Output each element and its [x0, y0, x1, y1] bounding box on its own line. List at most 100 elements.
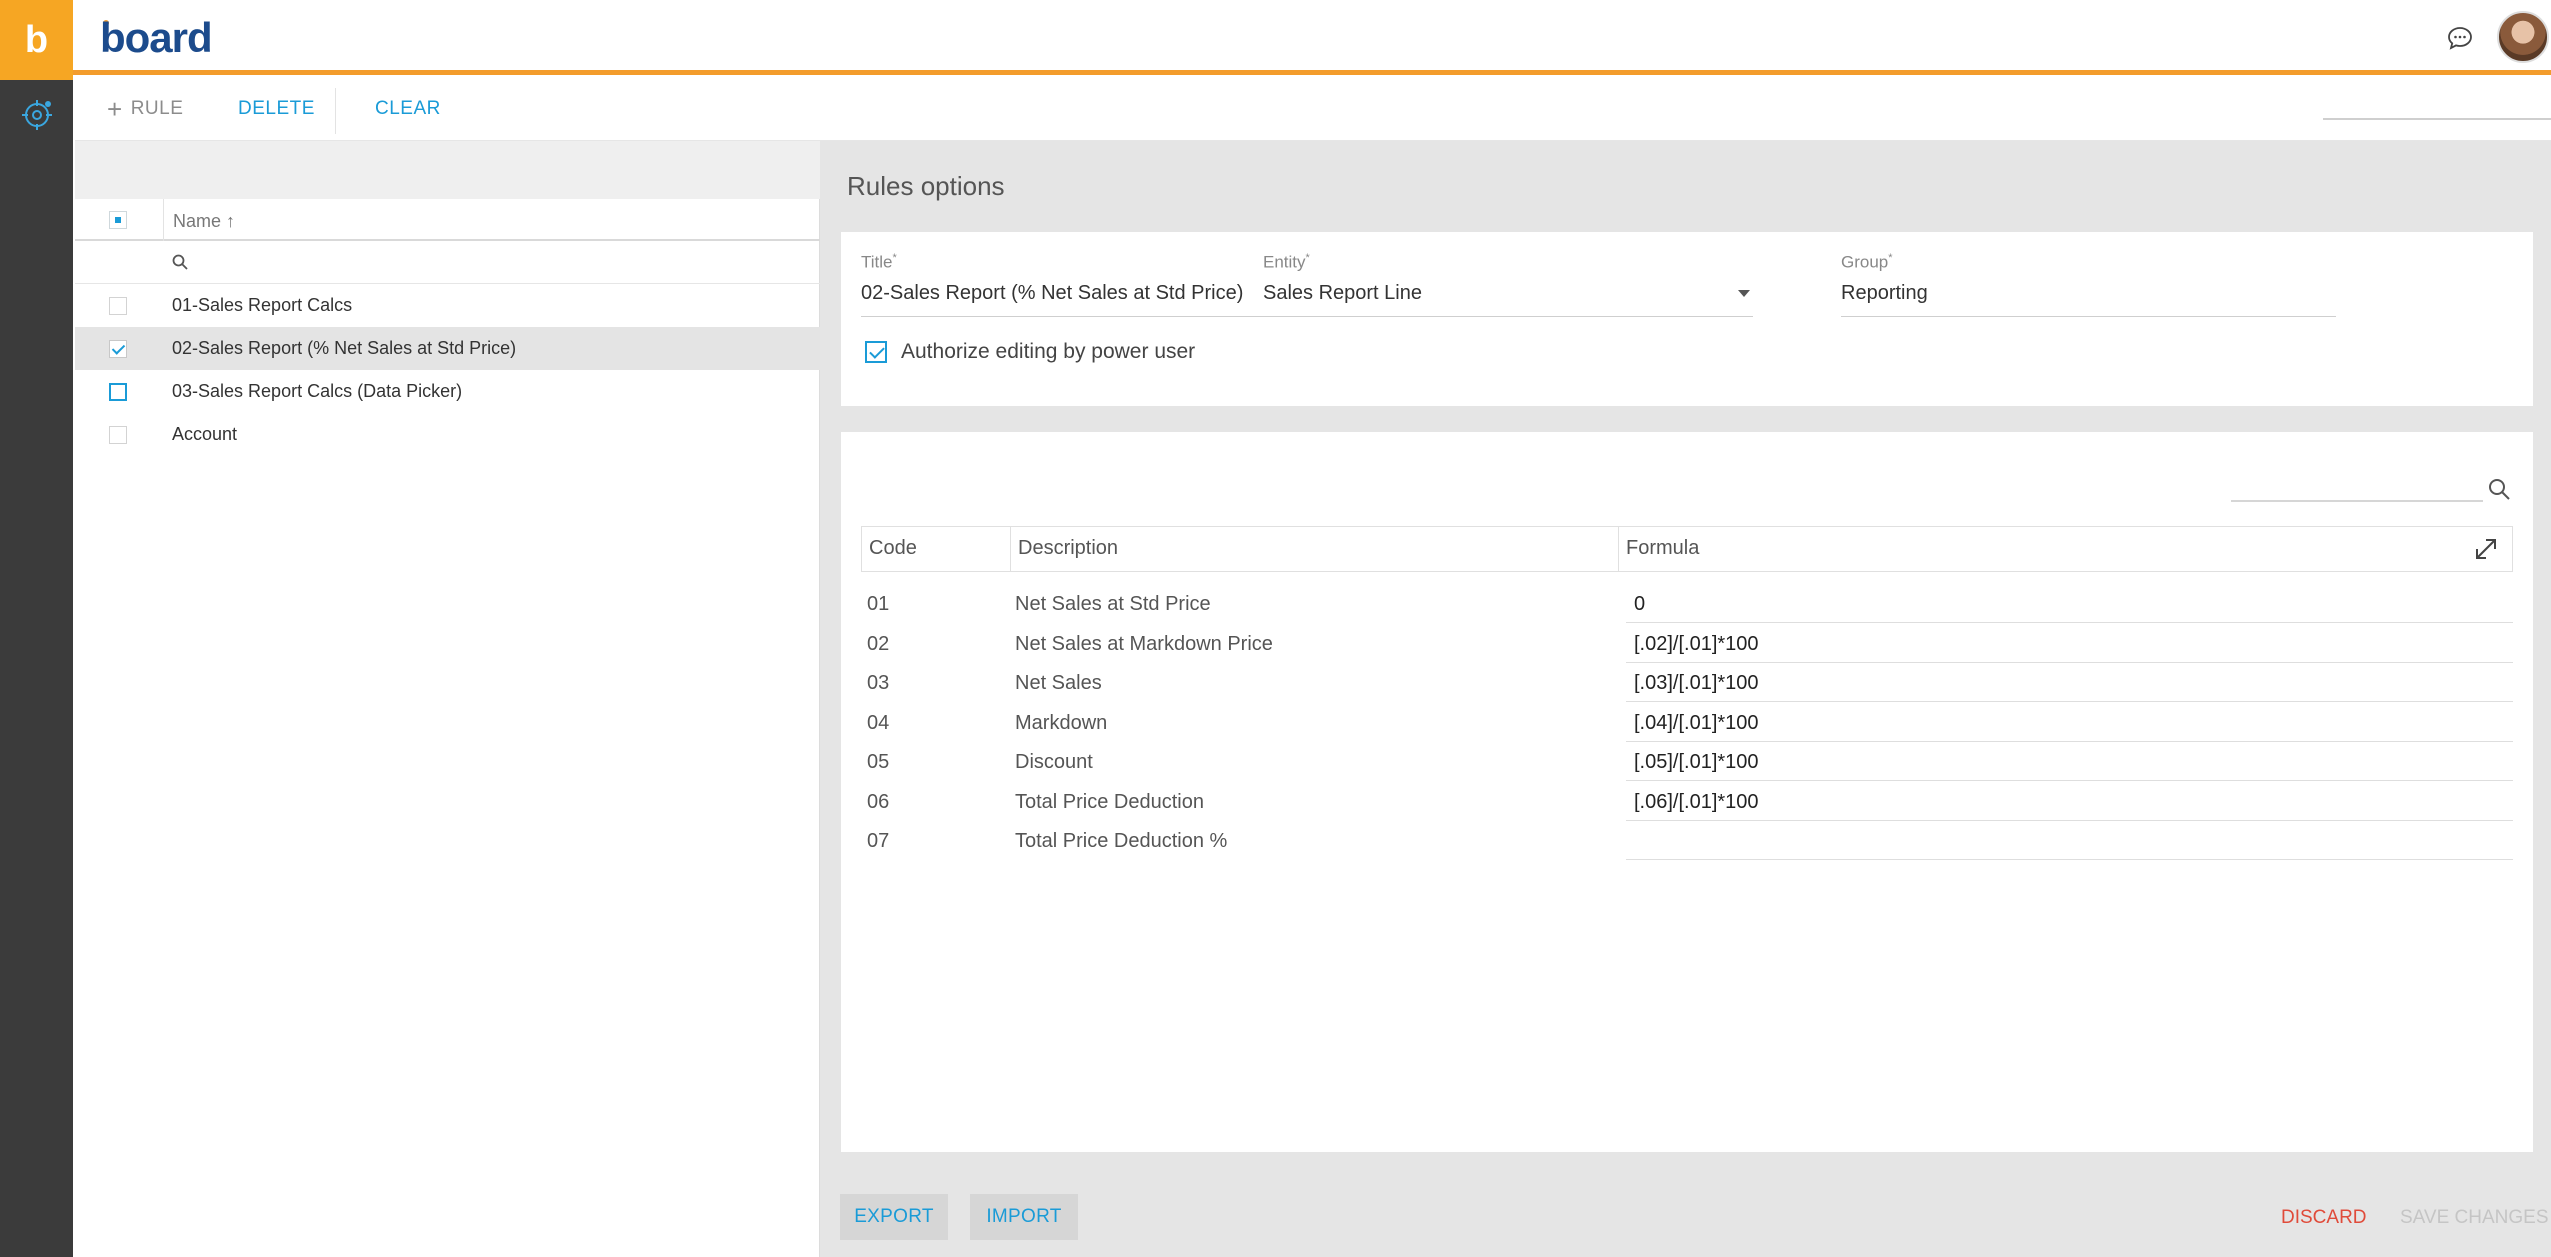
rules-list-panel: Name ↑ 01-Sales Report Calcs 02-Sales Re… [75, 141, 820, 1257]
formula-underline [1626, 701, 2513, 702]
list-filter-input[interactable] [75, 241, 820, 284]
formula-cell[interactable]: [.03]/[.01]*100 [1634, 672, 1759, 695]
export-button[interactable]: EXPORT [840, 1194, 948, 1240]
code-cell: 07 [867, 830, 890, 852]
required-mark: * [1305, 252, 1310, 264]
table-row[interactable]: 07 Total Price Deduction % [861, 821, 2513, 861]
list-item-label: 03-Sales Report Calcs (Data Picker) [172, 381, 463, 401]
brand-wordmark: board [100, 14, 213, 61]
list-item[interactable]: 01-Sales Report Calcs [75, 284, 820, 327]
rules-engine-icon[interactable] [20, 98, 54, 132]
table-header: Code Description Formula [861, 526, 2513, 572]
row-checkbox[interactable] [109, 426, 127, 444]
list-item-label: 01-Sales Report Calcs [172, 295, 353, 315]
discard-button[interactable]: DISCARD [2281, 1207, 2367, 1229]
entity-underline [1263, 316, 1753, 317]
list-item-label: Account [172, 424, 238, 444]
title-field[interactable]: Title* 02-Sales Report (% Net Sales at S… [861, 252, 1357, 317]
entity-field[interactable]: Entity* Sales Report Line [1263, 252, 1753, 317]
code-cell: 03 [867, 672, 890, 694]
formula-cell[interactable]: [.06]/[.01]*100 [1634, 791, 1759, 814]
list-header-band [75, 141, 820, 199]
row-checkbox[interactable] [109, 340, 127, 358]
row-checkbox[interactable] [109, 297, 127, 315]
group-field[interactable]: Group* Reporting [1841, 252, 2336, 317]
formula-cell[interactable]: [.04]/[.01]*100 [1634, 712, 1759, 735]
group-underline [1841, 316, 2336, 317]
top-bar: b board [0, 0, 2551, 80]
row-checkbox[interactable] [109, 383, 127, 401]
list-column-header: Name ↑ [75, 199, 820, 241]
formula-underline [1626, 859, 2513, 860]
add-rule-button[interactable]: + RULE [107, 94, 184, 124]
select-all-checkbox[interactable] [109, 211, 127, 229]
page-title: Rules options [847, 171, 1005, 201]
formula-table-card: Code Description Formula 01 Net Sales at… [841, 432, 2533, 1152]
save-changes-button[interactable]: SAVE CHANGES [2400, 1207, 2549, 1229]
board-logo-icon[interactable]: b [0, 0, 73, 80]
search-icon[interactable] [2487, 477, 2511, 501]
formula-column-header: Formula [1626, 537, 1700, 559]
entity-label: Entity [1263, 252, 1306, 272]
title-input[interactable]: 02-Sales Report (% Net Sales at Std Pric… [861, 282, 1243, 305]
expand-icon[interactable] [2472, 535, 2500, 563]
list-item[interactable]: 03-Sales Report Calcs (Data Picker) [75, 370, 820, 413]
description-cell: Discount [1015, 751, 1093, 773]
table-row[interactable]: 01 Net Sales at Std Price 0 [861, 584, 2513, 624]
code-cell: 06 [867, 791, 890, 813]
required-mark: * [892, 252, 897, 264]
list-item[interactable]: 02-Sales Report (% Net Sales at Std Pric… [75, 327, 820, 370]
rule-options-card: Title* 02-Sales Report (% Net Sales at S… [841, 232, 2533, 406]
description-cell: Total Price Deduction % [1015, 830, 1228, 852]
column-divider [163, 199, 164, 241]
description-cell: Markdown [1015, 712, 1108, 734]
sort-ascending-icon: ↑ [226, 211, 236, 231]
table-row[interactable]: 02 Net Sales at Markdown Price [.02]/[.0… [861, 624, 2513, 664]
table-search-input[interactable] [2231, 500, 2483, 502]
authorize-checkbox[interactable] [865, 341, 887, 363]
code-cell: 05 [867, 751, 890, 773]
toolbar-search-input[interactable] [2323, 118, 2551, 120]
description-cell: Total Price Deduction [1015, 791, 1204, 813]
clear-button[interactable]: CLEAR [375, 98, 441, 120]
left-rail [0, 80, 73, 1257]
description-cell: Net Sales at Markdown Price [1015, 633, 1273, 655]
list-item-label: 02-Sales Report (% Net Sales at Std Pric… [172, 338, 517, 358]
description-cell: Net Sales [1015, 672, 1102, 694]
formula-cell[interactable]: [.02]/[.01]*100 [1634, 633, 1759, 656]
filter-search-icon [172, 254, 188, 270]
import-button[interactable]: IMPORT [970, 1194, 1078, 1240]
code-column-header: Code [869, 537, 917, 559]
authorize-label: Authorize editing by power user [901, 340, 1196, 363]
toolbar-divider [335, 88, 336, 134]
group-label: Group [1841, 252, 1889, 272]
code-cell: 01 [867, 593, 890, 615]
code-cell: 04 [867, 712, 890, 734]
chevron-down-icon[interactable] [1738, 290, 1750, 297]
add-rule-label: RULE [130, 98, 184, 119]
plus-icon: + [107, 94, 123, 124]
name-column-header[interactable]: Name ↑ [173, 211, 235, 232]
toolbar: + RULE DELETE CLEAR [75, 80, 2551, 141]
chat-icon[interactable] [2447, 26, 2473, 50]
delete-button[interactable]: DELETE [238, 98, 315, 120]
entity-select[interactable]: Sales Report Line [1263, 282, 1422, 305]
column-divider [1010, 527, 1011, 571]
code-cell: 02 [867, 633, 890, 655]
table-row[interactable]: 03 Net Sales [.03]/[.01]*100 [861, 663, 2513, 703]
group-input[interactable]: Reporting [1841, 282, 1928, 305]
list-item[interactable]: Account [75, 413, 820, 456]
formula-cell[interactable]: 0 [1634, 593, 1645, 616]
description-cell: Net Sales at Std Price [1015, 593, 1211, 615]
formula-underline [1626, 780, 2513, 781]
title-label: Title [861, 252, 893, 272]
column-divider [1618, 527, 1619, 571]
table-row[interactable]: 06 Total Price Deduction [.06]/[.01]*100 [861, 782, 2513, 822]
description-column-header: Description [1018, 537, 1119, 559]
formula-cell[interactable]: [.05]/[.01]*100 [1634, 751, 1759, 774]
rule-detail-panel: Rules options Title* 02-Sales Report (% … [820, 141, 2551, 1257]
table-row[interactable]: 04 Markdown [.04]/[.01]*100 [861, 703, 2513, 743]
user-avatar[interactable] [2497, 11, 2549, 63]
formula-underline [1626, 622, 2513, 623]
table-row[interactable]: 05 Discount [.05]/[.01]*100 [861, 742, 2513, 782]
